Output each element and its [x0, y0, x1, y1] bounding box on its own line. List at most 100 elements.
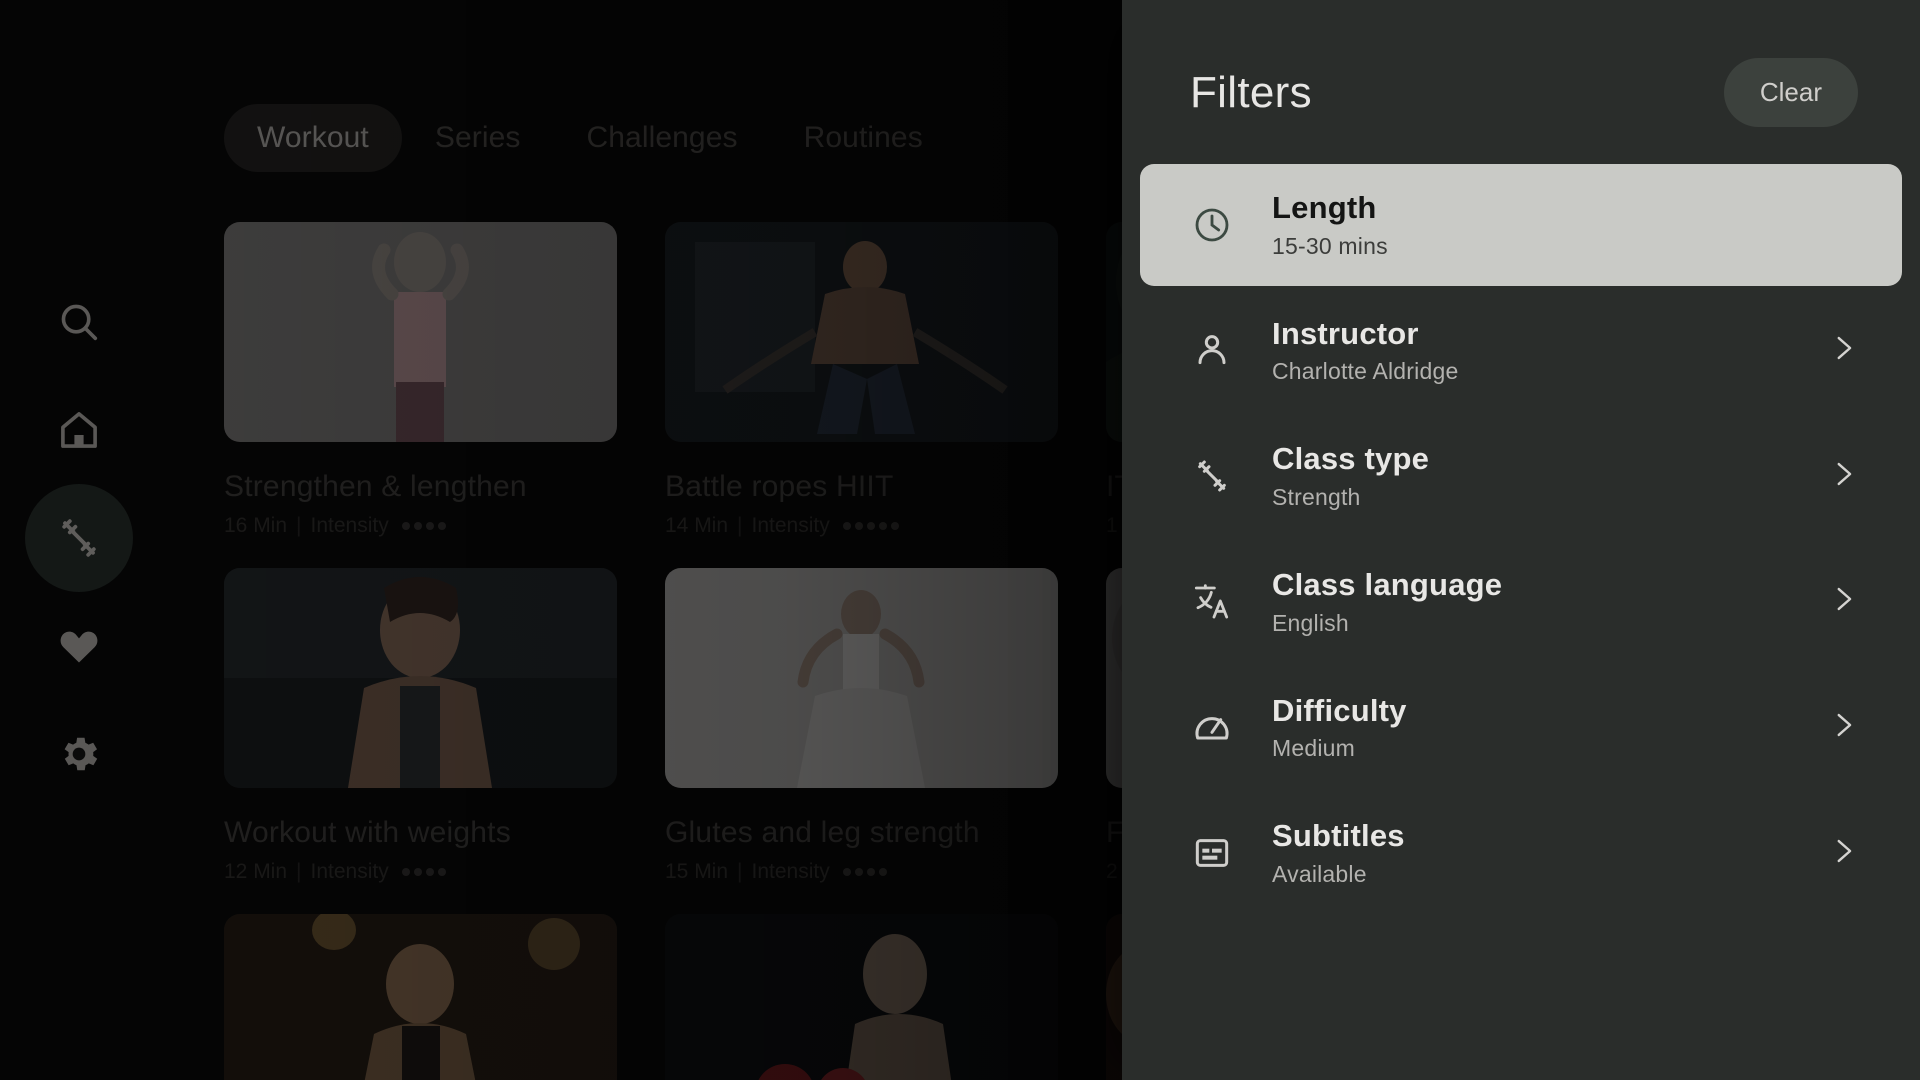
intensity-dot: [425, 522, 434, 530]
thumbnail-art: [665, 222, 1058, 442]
sidebar-item-search[interactable]: [25, 268, 133, 376]
workout-duration: 2: [1106, 860, 1118, 883]
meta-separator: |: [737, 860, 743, 883]
sidebar-nav: [0, 0, 158, 1080]
dumbbell-icon: [1190, 456, 1234, 496]
chevron-right-icon: [1826, 708, 1860, 747]
tab-routines-label: Routines: [803, 121, 923, 154]
workout-card[interactable]: [665, 914, 1058, 1080]
intensity-dot: [890, 522, 899, 530]
thumbnail-art: [224, 914, 617, 1080]
chevron-right-icon: [1826, 457, 1860, 496]
filter-text: Subtitles Available: [1272, 818, 1808, 888]
chevron-right-icon: [1826, 834, 1860, 873]
workout-thumbnail[interactable]: [224, 222, 617, 442]
tab-challenges[interactable]: Challenges: [554, 104, 771, 172]
tab-routines[interactable]: Routines: [771, 104, 956, 172]
filter-value: English: [1272, 609, 1349, 636]
intensity-dot: [842, 868, 851, 876]
sidebar-item-home[interactable]: [25, 376, 133, 484]
filter-row-instructor[interactable]: Instructor Charlotte Aldridge: [1140, 290, 1902, 412]
heart-icon: [56, 623, 102, 669]
filter-row-difficulty[interactable]: Difficulty Medium: [1140, 667, 1902, 789]
thumbnail-art: [224, 222, 617, 442]
workout-title: Workout with weights: [224, 816, 511, 849]
filter-label: Length: [1272, 190, 1377, 225]
intensity-dots: [842, 868, 887, 876]
intensity-dots: [401, 868, 446, 876]
workout-meta: 12 Min | Intensity: [224, 860, 617, 884]
workout-duration: 14 Min: [665, 514, 729, 537]
tab-workout[interactable]: Workout: [224, 104, 402, 172]
filter-value: Medium: [1272, 735, 1356, 762]
filter-label: Difficulty: [1272, 692, 1407, 728]
intensity-dot: [866, 522, 875, 530]
workout-intensity-label: Intensity: [751, 514, 830, 537]
sidebar-item-favorites[interactable]: [25, 592, 133, 700]
clear-filters-button[interactable]: Clear: [1723, 58, 1858, 127]
sidebar-item-settings[interactable]: [25, 700, 133, 808]
workout-thumbnail[interactable]: [665, 568, 1058, 788]
app-root: Workout Series Challenges Routines Stren…: [0, 0, 1920, 1080]
intensity-dot: [413, 868, 422, 876]
workout-intensity-label: Intensity: [310, 860, 389, 883]
workout-duration: 1: [1106, 514, 1118, 537]
thumbnail-art: [224, 568, 617, 788]
dumbbell-icon: [55, 514, 103, 562]
workout-meta: 16 Min | Intensity: [224, 514, 617, 538]
intensity-dot: [437, 868, 446, 876]
workout-thumbnail[interactable]: [224, 914, 617, 1080]
filter-row-subtitles[interactable]: Subtitles Available: [1140, 792, 1902, 914]
workout-title: Glutes and leg strength: [665, 816, 980, 849]
workout-thumbnail[interactable]: [224, 568, 617, 788]
filter-text: Class type Strength: [1272, 441, 1808, 511]
workout-meta: 15 Min | Intensity: [665, 860, 1058, 884]
workout-intensity-label: Intensity: [310, 514, 389, 537]
filters-panel: Filters Clear Length 15-30 mins Instruct…: [1122, 0, 1920, 1080]
filter-value: Available: [1272, 860, 1367, 887]
tab-series[interactable]: Series: [402, 104, 554, 172]
workout-card[interactable]: Workout with weights 12 Min | Intensity: [224, 568, 617, 884]
intensity-dot: [854, 868, 863, 876]
intensity-dots: [401, 522, 446, 530]
filter-text: Class language English: [1272, 567, 1808, 637]
workout-duration: 12 Min: [224, 860, 288, 883]
filter-label: Instructor: [1272, 315, 1419, 351]
workout-card[interactable]: Strengthen & lengthen 16 Min | Intensity: [224, 222, 617, 538]
filter-row-class-type[interactable]: Class type Strength: [1140, 415, 1902, 537]
home-icon: [56, 407, 102, 453]
page-title: Filters: [1190, 67, 1312, 117]
filter-label: Subtitles: [1272, 818, 1405, 854]
intensity-dot: [425, 868, 434, 876]
chevron-right-icon: [1826, 582, 1860, 621]
filter-text: Length 15-30 mins: [1272, 190, 1860, 260]
workout-duration: 15 Min: [665, 860, 729, 883]
search-icon: [56, 299, 102, 345]
subtitles-icon: [1190, 833, 1234, 873]
filter-row-length[interactable]: Length 15-30 mins: [1140, 164, 1902, 286]
intensity-dot: [401, 522, 410, 530]
filter-value: 15-30 mins: [1272, 232, 1388, 259]
thumbnail-art: [665, 914, 1058, 1080]
gauge-icon: [1190, 707, 1234, 747]
workout-card[interactable]: [224, 914, 617, 1080]
translate-icon: [1190, 582, 1234, 622]
tab-workout-label: Workout: [257, 121, 369, 154]
sidebar-item-workouts[interactable]: [25, 484, 133, 592]
workout-thumbnail[interactable]: [665, 914, 1058, 1080]
person-icon: [1190, 330, 1234, 370]
meta-separator: |: [737, 514, 743, 537]
intensity-dot: [413, 522, 422, 530]
workout-duration: 16 Min: [224, 514, 288, 537]
workout-card[interactable]: Glutes and leg strength 15 Min | Intensi…: [665, 568, 1058, 884]
workout-intensity-label: Intensity: [751, 860, 830, 883]
gear-icon: [56, 731, 102, 777]
intensity-dot: [437, 522, 446, 530]
workout-card[interactable]: Battle ropes HIIT 14 Min | Intensity: [665, 222, 1058, 538]
filter-value: Strength: [1272, 483, 1361, 510]
filter-row-class-language[interactable]: Class language English: [1140, 541, 1902, 663]
meta-separator: |: [296, 860, 302, 883]
tab-challenges-label: Challenges: [586, 121, 738, 154]
workout-thumbnail[interactable]: [665, 222, 1058, 442]
